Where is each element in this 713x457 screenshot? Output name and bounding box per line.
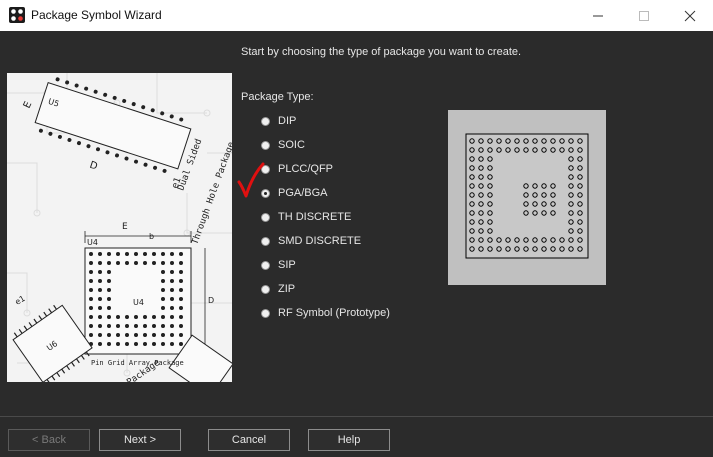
radio-button[interactable] (261, 284, 270, 294)
cancel-button[interactable]: Cancel (208, 429, 290, 451)
help-button[interactable]: Help (308, 429, 390, 451)
wizard-body: Start by choosing the type of package yo… (0, 31, 713, 457)
radio-button[interactable] (261, 236, 270, 246)
radio-button[interactable] (261, 308, 270, 318)
radio-label: TH DISCRETE (278, 211, 352, 223)
minimize-icon[interactable] (575, 0, 621, 31)
radio-pga-bga[interactable]: PGA/BGA (260, 185, 328, 201)
maximize-icon (621, 0, 667, 31)
radio-smd-discrete[interactable]: SMD DISCRETE (260, 233, 361, 249)
app-icon (9, 7, 25, 23)
pin-grid-label: Pin Grid Array Package (91, 359, 184, 367)
radio-rf-symbol[interactable]: RF Symbol (Prototype) (260, 305, 390, 321)
radio-th-discrete[interactable]: TH DISCRETE (260, 209, 351, 225)
radio-plcc-qfp[interactable]: PLCC/QFP (260, 161, 333, 177)
radio-zip[interactable]: ZIP (260, 281, 295, 297)
radio-button[interactable] (261, 260, 270, 270)
radio-label: PGA/BGA (278, 187, 328, 199)
package-type-label: Package Type: (241, 91, 314, 103)
next-button[interactable]: Next > (99, 429, 181, 451)
title-bar: Package Symbol Wizard (0, 0, 713, 31)
dim-label-u4: U4 (87, 238, 98, 247)
radio-button[interactable] (261, 116, 270, 126)
back-button: < Back (8, 429, 90, 451)
close-icon[interactable] (667, 0, 713, 31)
radio-label: RF Symbol (Prototype) (278, 307, 390, 319)
dim-label-u4-center: U4 (133, 298, 144, 307)
dim-label-e2: E (122, 222, 128, 232)
dim-label-d2: D (208, 296, 214, 305)
radio-label: SOIC (278, 139, 305, 151)
radio-label: SMD DISCRETE (278, 235, 362, 247)
radio-button[interactable] (261, 212, 270, 222)
window-title: Package Symbol Wizard (31, 8, 162, 22)
dim-label-b: b (149, 232, 154, 241)
radio-soic[interactable]: SOIC (260, 137, 305, 153)
package-illustration: D U5 E Dual Sided Through Hole Package e… (7, 73, 232, 382)
radio-label: ZIP (278, 283, 296, 295)
radio-button[interactable] (261, 140, 270, 150)
radio-dip[interactable]: DIP (260, 113, 296, 129)
intro-text: Start by choosing the type of package yo… (241, 46, 522, 58)
radio-label: DIP (278, 115, 297, 127)
radio-label: PLCC/QFP (278, 163, 334, 175)
radio-label: SIP (278, 259, 296, 271)
radio-sip[interactable]: SIP (260, 257, 296, 273)
red-checkmark-annotation (237, 162, 265, 198)
package-preview (448, 110, 606, 285)
footer-divider (0, 416, 713, 417)
